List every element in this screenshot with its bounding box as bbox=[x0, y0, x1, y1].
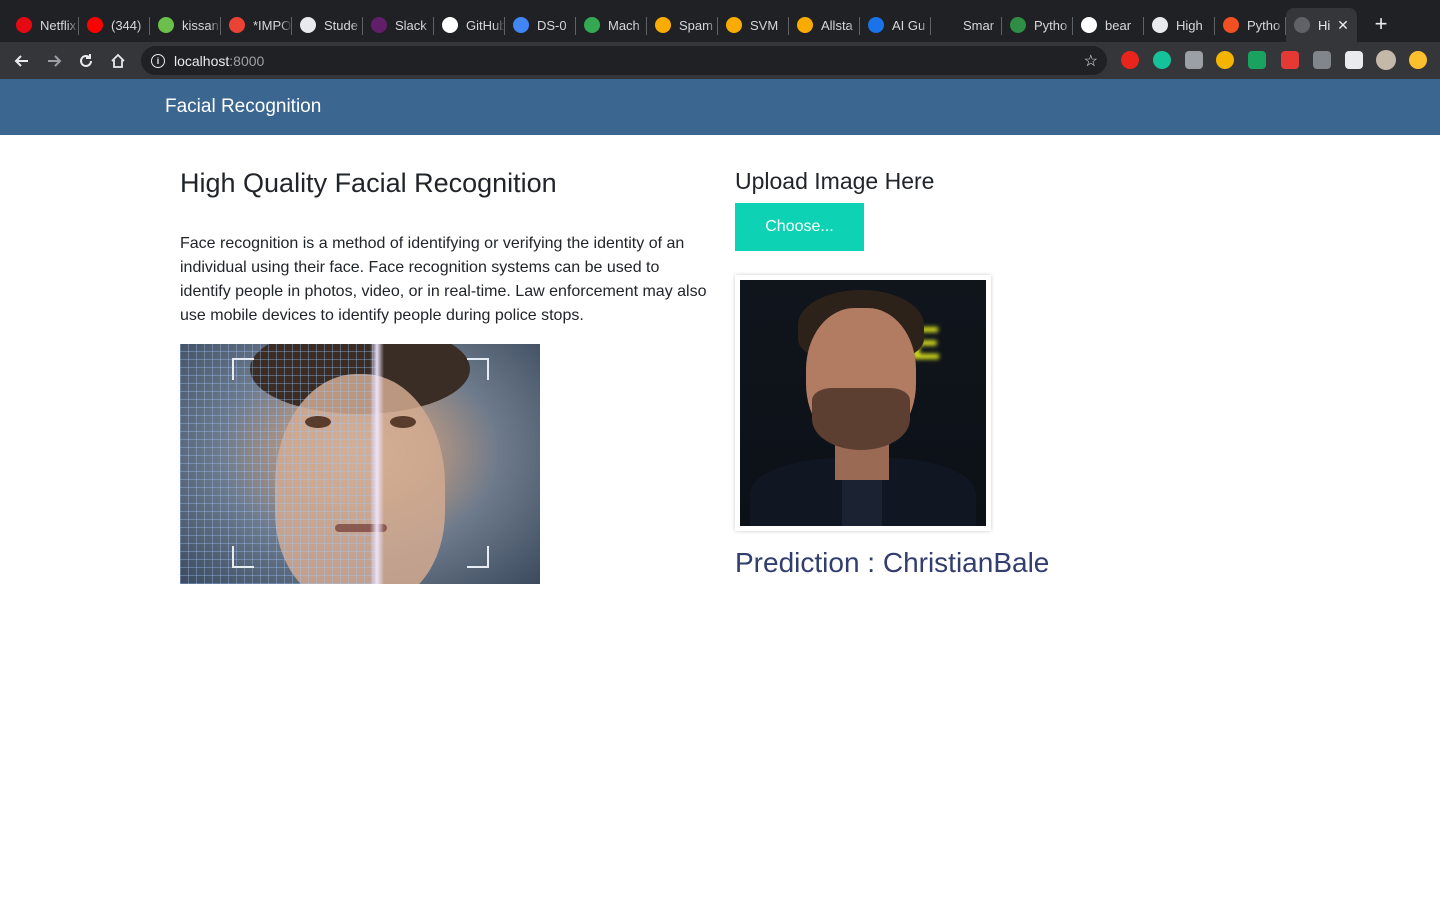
colab-icon bbox=[797, 17, 813, 33]
browser-tab-title: Allsta bbox=[821, 17, 853, 33]
url-port: :8000 bbox=[229, 52, 265, 69]
globe-icon bbox=[1294, 17, 1310, 33]
browser-tab-title: *IMPO bbox=[253, 17, 292, 33]
browser-tab-title: Hi bbox=[1318, 17, 1331, 33]
browser-tab[interactable]: Spam bbox=[647, 8, 718, 42]
google-icon bbox=[1081, 17, 1097, 33]
browser-tab[interactable]: (344) bbox=[79, 8, 150, 42]
globe-icon bbox=[1152, 17, 1168, 33]
close-tab-icon[interactable]: ✕ bbox=[1335, 17, 1351, 34]
browser-tab[interactable]: Smar bbox=[931, 8, 1002, 42]
browser-tab[interactable]: Allsta bbox=[789, 8, 860, 42]
classroom-icon bbox=[513, 17, 529, 33]
description-text: Face recognition is a method of identify… bbox=[180, 235, 707, 324]
colab-icon bbox=[726, 17, 742, 33]
browser-tab[interactable]: GitHub bbox=[434, 8, 505, 42]
forward-button[interactable] bbox=[38, 45, 70, 77]
office-extension-icon[interactable] bbox=[1281, 51, 1299, 69]
browser-tab-title: Stude bbox=[324, 17, 358, 33]
address-bar[interactable]: i localhost :8000 ☆ bbox=[141, 46, 1107, 75]
browser-tab[interactable]: Hi ✕ bbox=[1286, 8, 1357, 42]
browser-tab[interactable]: Slack bbox=[363, 8, 434, 42]
keep-extension-icon[interactable] bbox=[1185, 51, 1203, 69]
update-status-icon[interactable] bbox=[1409, 51, 1427, 69]
face-recognition-illustration bbox=[180, 344, 540, 584]
grammarly-extension-icon[interactable] bbox=[1153, 51, 1171, 69]
browser-tab-title: Pytho bbox=[1034, 17, 1068, 33]
extensions-puzzle-icon[interactable] bbox=[1345, 51, 1363, 69]
browser-tab-title: Spam bbox=[679, 17, 713, 33]
back-button[interactable] bbox=[6, 45, 38, 77]
browser-tab-title: High bbox=[1176, 17, 1203, 33]
browser-tab-title: GitHub bbox=[466, 17, 505, 33]
prediction-result: Prediction : ChristianBale bbox=[735, 547, 1050, 578]
choose-file-button[interactable]: Choose... bbox=[735, 203, 864, 251]
browser-tab-title: Mach bbox=[608, 17, 640, 33]
arrow-right-icon bbox=[48, 54, 62, 67]
browser-tab[interactable]: Pytho bbox=[1002, 8, 1073, 42]
profile-avatar[interactable] bbox=[1376, 50, 1396, 70]
browser-tab[interactable]: AI Gu bbox=[860, 8, 931, 42]
kiss-icon bbox=[158, 17, 174, 33]
drive-icon bbox=[584, 17, 600, 33]
browser-tab[interactable]: *IMPO bbox=[221, 8, 292, 42]
reload-button[interactable] bbox=[70, 45, 102, 77]
reload-icon bbox=[80, 53, 92, 67]
browser-tab[interactable]: bear bbox=[1073, 8, 1144, 42]
browser-tab[interactable]: kissanime bbox=[150, 8, 221, 42]
money-extension-icon[interactable] bbox=[1248, 51, 1266, 69]
colab-icon bbox=[655, 17, 671, 33]
dash-icon bbox=[939, 17, 955, 33]
github-icon bbox=[442, 17, 458, 33]
geeks-icon bbox=[1010, 17, 1026, 33]
youtube-icon bbox=[87, 17, 103, 33]
browser-tab-strip: Netflix (344) kissanime *IMPO Stude Slack GitH… bbox=[0, 0, 1440, 42]
arrow-left-icon bbox=[14, 54, 28, 67]
home-icon bbox=[111, 53, 125, 68]
browser-tab-title: kissanime bbox=[182, 17, 221, 33]
browser-tab-title: SVM bbox=[750, 17, 779, 33]
microsoft-icon bbox=[1223, 17, 1239, 33]
browser-tab[interactable]: Pytho bbox=[1215, 8, 1286, 42]
browser-tab[interactable]: Mach bbox=[576, 8, 647, 42]
browser-tab-title: DS-0 bbox=[537, 17, 567, 33]
browser-tab[interactable]: Stude bbox=[292, 8, 363, 42]
uploaded-image-preview: E bbox=[735, 275, 991, 531]
gmail-icon bbox=[229, 17, 245, 33]
globe-icon bbox=[300, 17, 316, 33]
browser-tab-title: bear bbox=[1105, 17, 1132, 33]
browser-tab[interactable]: SVM bbox=[718, 8, 789, 42]
netflix-icon bbox=[16, 17, 32, 33]
navbar-brand[interactable]: Facial Recognition bbox=[165, 96, 321, 118]
browser-tab[interactable]: High bbox=[1144, 8, 1215, 42]
page-title: High Quality Facial Recognition bbox=[180, 168, 557, 198]
url-host: localhost bbox=[174, 52, 230, 69]
uploaded-photo: E bbox=[740, 280, 986, 526]
browser-tab-title: AI Gu bbox=[892, 17, 926, 33]
app-navbar: Facial Recognition bbox=[0, 79, 1440, 135]
home-button[interactable] bbox=[102, 45, 134, 77]
upload-heading: Upload Image Here bbox=[735, 168, 935, 194]
adblock-extension-icon[interactable] bbox=[1121, 51, 1139, 69]
new-tab-button[interactable]: + bbox=[1367, 10, 1395, 38]
browser-tab-title: Slack bbox=[395, 17, 427, 33]
honey-extension-icon[interactable] bbox=[1216, 51, 1234, 69]
browser-tab-title: (344) bbox=[111, 17, 142, 33]
browser-tab-title: Netflix bbox=[40, 17, 77, 33]
browser-tab[interactable]: Netflix bbox=[8, 8, 79, 42]
slack-icon bbox=[371, 17, 387, 33]
browser-tab-title: Pytho bbox=[1247, 17, 1281, 33]
bookmark-star-icon[interactable]: ☆ bbox=[1084, 51, 1098, 71]
ai-icon bbox=[868, 17, 884, 33]
site-info-icon[interactable]: i bbox=[151, 53, 165, 68]
analytics-extension-icon[interactable] bbox=[1313, 51, 1331, 69]
browser-tab-title: Smar bbox=[963, 17, 995, 33]
browser-tab[interactable]: DS-0 bbox=[505, 8, 576, 42]
